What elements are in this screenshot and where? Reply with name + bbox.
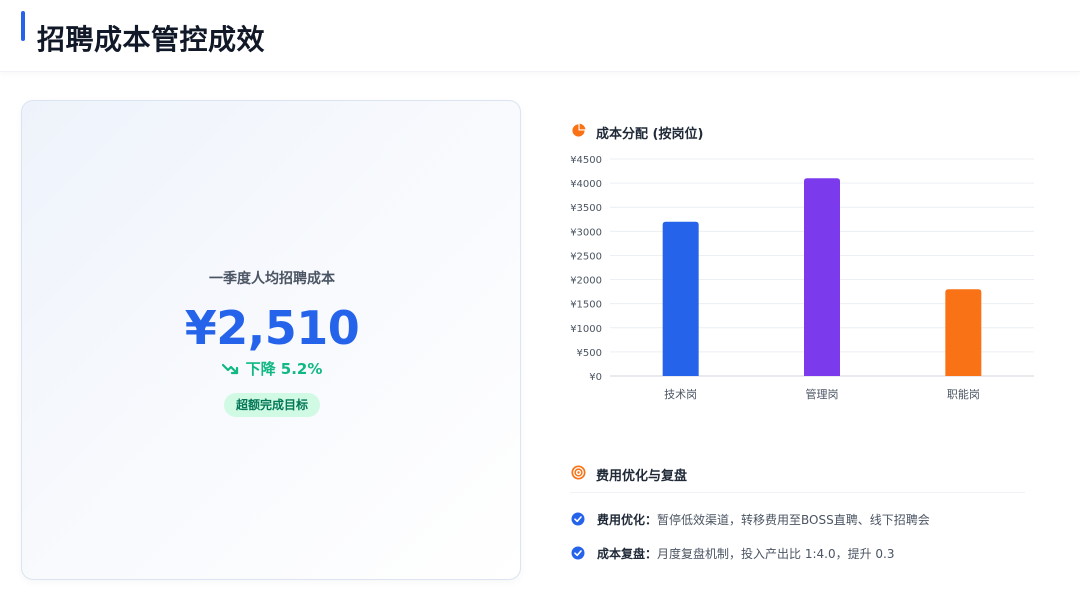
- bar: [945, 289, 982, 376]
- target-icon: [571, 465, 586, 480]
- y-tick-label: ¥3000: [570, 227, 602, 238]
- bar: [804, 178, 840, 376]
- review-item-text: 成本复盘：月度复盘机制，投入产出比 1:4.0，提升 0.3: [597, 545, 895, 562]
- kpi-value: ¥2,510: [184, 301, 360, 355]
- trend-down-icon: [221, 363, 238, 375]
- check-circle-icon: [571, 546, 585, 560]
- review-item-key: 费用优化：: [597, 513, 658, 527]
- pie-chart-icon: [572, 123, 586, 137]
- cost-bar-chart: ¥0 ¥500 ¥1000 ¥1500 ¥2000 ¥2500 ¥3000 ¥3500 ¥400…: [570, 155, 1034, 401]
- review-item-desc: 月度复盘机制，投入产出比 1:4.0，提升 0.3: [657, 547, 895, 561]
- review-item-desc: 暂停低效渠道，转移费用至BOSS直聘、线下招聘会: [657, 513, 930, 527]
- review-item-text: 费用优化：暂停低效渠道，转移费用至BOSS直聘、线下招聘会: [597, 511, 930, 528]
- y-tick-label: ¥500: [577, 348, 602, 359]
- y-tick-label: ¥1000: [570, 324, 602, 335]
- kpi-card: 一季度人均招聘成本 ¥2,510 下降 5.2% 超额完成目标: [21, 100, 521, 580]
- section-divider: [570, 492, 1025, 493]
- y-tick-label: ¥4000: [570, 179, 602, 190]
- x-tick-label: 技术岗: [664, 388, 697, 401]
- page-title: 招聘成本管控成效: [37, 23, 266, 56]
- x-tick-label: 职能岗: [947, 387, 980, 401]
- y-tick-label: ¥3500: [570, 203, 602, 214]
- kpi-label: 一季度人均招聘成本: [209, 271, 335, 287]
- review-item-key: 成本复盘：: [597, 547, 658, 561]
- check-circle-icon: [571, 512, 585, 526]
- bar: [662, 221, 699, 376]
- x-tick-label: 管理岗: [806, 387, 839, 401]
- cost-section-title-text: 成本分配 (按岗位): [596, 127, 704, 142]
- page-header: 招聘成本管控成效: [0, 0, 1080, 72]
- y-tick-label: ¥0: [589, 372, 602, 383]
- y-tick-label: ¥1500: [570, 300, 602, 311]
- cost-section-title: 成本分配 (按岗位): [572, 123, 704, 142]
- review-section-title-text: 费用优化与复盘: [596, 469, 688, 484]
- review-section-title: 费用优化与复盘: [571, 465, 688, 484]
- status-badge: 超额完成目标: [224, 393, 320, 417]
- y-tick-label: ¥4500: [570, 155, 602, 166]
- title-accent-bar: [21, 11, 25, 41]
- y-tick-label: ¥2500: [570, 251, 602, 262]
- kpi-trend-text: 下降 5.2%: [245, 360, 323, 378]
- kpi-trend: 下降 5.2%: [22, 358, 522, 379]
- y-tick-label: ¥2000: [570, 276, 602, 287]
